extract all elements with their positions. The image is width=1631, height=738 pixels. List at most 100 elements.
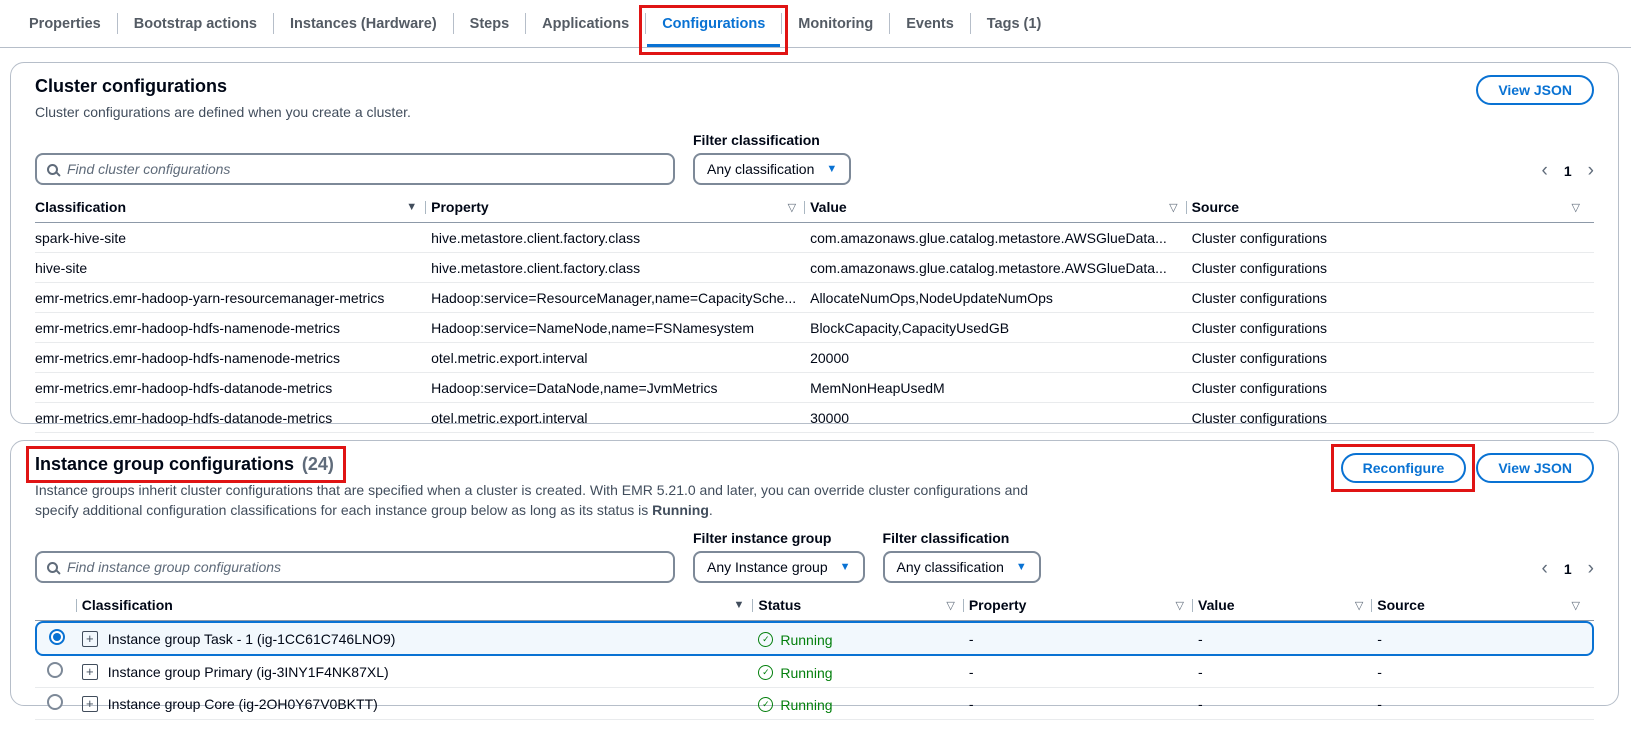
cell-value: AllocateNumOps,NodeUpdateNumOps: [810, 283, 1191, 313]
filter-classification-group: Filter classification Any classification…: [883, 530, 1041, 583]
sort-icon[interactable]: ▼: [733, 599, 744, 611]
description-bold-running: Running: [652, 502, 709, 518]
tab-instances-hardware[interactable]: Instances (Hardware): [275, 0, 452, 47]
tab-steps[interactable]: Steps: [455, 0, 525, 47]
tab-events[interactable]: Events: [891, 0, 969, 47]
page-number[interactable]: 1: [1564, 163, 1572, 179]
search-icon: [47, 164, 58, 175]
column-header-source[interactable]: Source ▽: [1377, 591, 1594, 621]
cell-classification: spark-hive-site: [35, 223, 431, 253]
cell-property: -: [969, 621, 1198, 656]
classification-filter-dropdown[interactable]: Any classification ▼: [693, 153, 851, 185]
classification-filter-dropdown[interactable]: Any classification ▼: [883, 551, 1041, 583]
radio-unselected[interactable]: [47, 662, 63, 678]
tab-label: Monitoring: [798, 16, 873, 32]
panel-title-block: Cluster configurations Cluster configura…: [35, 75, 411, 122]
tab-divider: [525, 13, 526, 34]
tab-divider: [273, 13, 274, 34]
radio-selected[interactable]: [49, 629, 65, 645]
instance-group-description: Instance groups inherit cluster configur…: [35, 480, 1028, 520]
previous-page-icon[interactable]: ‹: [1542, 161, 1548, 180]
sort-icon[interactable]: ▽: [946, 599, 954, 612]
cell-source: -: [1377, 656, 1594, 688]
cluster-search-box[interactable]: [35, 153, 675, 185]
search-icon: [47, 562, 58, 573]
filter-classification-label: Filter classification: [883, 530, 1041, 546]
table-row: emr-metrics.emr-hadoop-hdfs-datanode-met…: [35, 373, 1594, 403]
sort-icon[interactable]: ▽: [1572, 599, 1580, 612]
tab-bootstrap-actions[interactable]: Bootstrap actions: [119, 0, 272, 47]
instance-group-row-primary[interactable]: +Instance group Primary (ig-3INY1F4NK87X…: [35, 656, 1594, 688]
sort-icon[interactable]: ▽: [1169, 201, 1177, 214]
cell-select: [35, 621, 82, 656]
cell-property: otel.metric.export.interval: [431, 403, 810, 433]
expand-icon[interactable]: +: [82, 664, 98, 680]
next-page-icon[interactable]: ›: [1588, 161, 1594, 180]
column-header-value[interactable]: Value▽: [1198, 591, 1377, 621]
cell-value: com.amazonaws.glue.catalog.metastore.AWS…: [810, 223, 1191, 253]
table-row: hive-site hive.metastore.client.factory.…: [35, 253, 1594, 283]
sort-icon[interactable]: ▽: [1176, 599, 1184, 612]
column-label: Source: [1377, 597, 1424, 613]
panel-header: Cluster configurations Cluster configura…: [35, 75, 1594, 122]
sort-icon[interactable]: ▽: [788, 201, 796, 214]
cell-source: -: [1377, 621, 1594, 656]
status-label: Running: [780, 632, 832, 648]
previous-page-icon[interactable]: ‹: [1542, 559, 1548, 578]
expand-icon[interactable]: +: [82, 696, 98, 712]
sort-icon[interactable]: ▽: [1572, 201, 1580, 214]
status-badge: ✓Running: [758, 697, 832, 713]
instance-group-search-box[interactable]: [35, 551, 675, 583]
radio-unselected[interactable]: [47, 694, 63, 710]
tab-tags[interactable]: Tags (1): [972, 0, 1057, 47]
instance-group-row-task[interactable]: +Instance group Task - 1 (ig-1CC61C746LN…: [35, 621, 1594, 656]
tab-configurations[interactable]: Configurations: [647, 0, 780, 47]
success-check-icon: ✓: [758, 665, 773, 680]
filter-instance-group: Filter instance group Any Instance group…: [693, 530, 865, 583]
expand-icon[interactable]: +: [82, 631, 98, 647]
cluster-search-input[interactable]: [67, 161, 663, 177]
column-header-select: [35, 591, 82, 621]
status-badge: ✓Running: [758, 632, 832, 648]
instance-group-filter-dropdown[interactable]: Any Instance group ▼: [693, 551, 865, 583]
column-header-classification[interactable]: Classification▼: [35, 193, 431, 223]
view-json-button[interactable]: View JSON: [1476, 75, 1594, 105]
tab-properties[interactable]: Properties: [14, 0, 116, 47]
cell-select: [35, 688, 82, 720]
next-page-icon[interactable]: ›: [1588, 559, 1594, 578]
cell-property: hive.metastore.client.factory.class: [431, 253, 810, 283]
tab-label: Steps: [470, 16, 510, 32]
instance-group-row-core[interactable]: +Instance group Core (ig-2OH0Y67V0BKTT) …: [35, 688, 1594, 720]
page-number[interactable]: 1: [1564, 561, 1572, 577]
tab-label: Properties: [29, 16, 101, 32]
cell-classification: +Instance group Primary (ig-3INY1F4NK87X…: [82, 656, 759, 688]
cell-source: Cluster configurations: [1192, 223, 1594, 253]
instance-group-name: Instance group Core (ig-2OH0Y67V0BKTT): [108, 696, 378, 712]
column-header-value[interactable]: Value▽: [810, 193, 1191, 223]
sort-icon[interactable]: ▽: [1355, 599, 1363, 612]
cell-source: Cluster configurations: [1192, 283, 1594, 313]
view-json-button[interactable]: View JSON: [1476, 453, 1594, 483]
description-line-1: Instance groups inherit cluster configur…: [35, 482, 1028, 498]
column-header-property[interactable]: Property▽: [969, 591, 1198, 621]
cell-source: -: [1377, 688, 1594, 720]
tab-monitoring[interactable]: Monitoring: [783, 0, 888, 47]
column-header-property[interactable]: Property▽: [431, 193, 810, 223]
column-header-classification[interactable]: Classification▼: [82, 591, 759, 621]
sort-icon[interactable]: ▼: [406, 201, 417, 213]
cell-source: Cluster configurations: [1192, 343, 1594, 373]
chevron-down-icon: ▼: [826, 164, 837, 175]
tab-label: Configurations: [662, 16, 765, 32]
column-header-status[interactable]: Status▽: [758, 591, 968, 621]
tab-divider: [645, 13, 646, 34]
cell-value: BlockCapacity,CapacityUsedGB: [810, 313, 1191, 343]
tab-applications[interactable]: Applications: [527, 0, 644, 47]
cell-property: Hadoop:service=NameNode,name=FSNamesyste…: [431, 313, 810, 343]
table-row: emr-metrics.emr-hadoop-hdfs-namenode-met…: [35, 313, 1594, 343]
cluster-configurations-title: Cluster configurations: [35, 76, 227, 96]
column-header-source[interactable]: Source▽: [1192, 193, 1594, 223]
instance-group-search-input[interactable]: [67, 559, 663, 575]
reconfigure-button[interactable]: Reconfigure: [1341, 453, 1467, 483]
table-row: spark-hive-site hive.metastore.client.fa…: [35, 223, 1594, 253]
cell-classification: emr-metrics.emr-hadoop-hdfs-datanode-met…: [35, 403, 431, 433]
